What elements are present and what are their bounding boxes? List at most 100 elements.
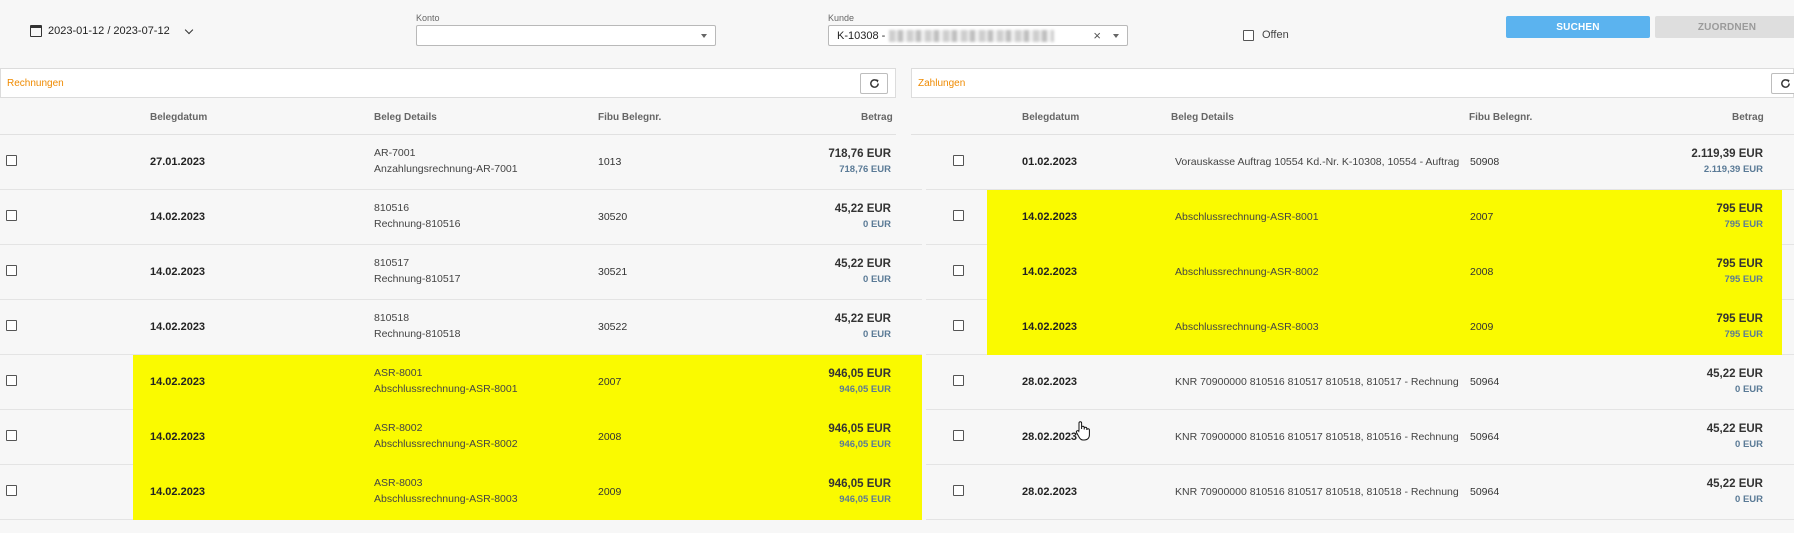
fibu-belegnr-cell: 30520 [598,211,628,223]
table-row[interactable]: 14.02.2023 Abschlussrechnung-ASR-8001 2007… [926,190,1794,245]
rechnungen-refresh-button[interactable] [860,73,888,94]
beleg-number-cell: 810518 [374,312,410,324]
table-row[interactable]: 27.01.2023 AR-7001 Anzahlungsrechnung-AR-7… [0,135,922,190]
open-amount-cell: 0 EUR [1735,494,1763,505]
fibu-belegnr-cell: 2009 [598,486,622,498]
row-checkbox[interactable] [953,265,964,276]
table-row[interactable]: 28.02.2023 KNR 70900000 810516 810517 810… [926,410,1794,465]
betrag-cell: 795 EUR [1716,203,1763,215]
row-highlight [133,355,922,410]
rechnungen-column-header: Belegdatum Beleg Details Fibu Belegnr. B… [0,100,896,135]
betrag-cell: 946,05 EUR [828,423,891,435]
row-checkbox[interactable] [6,320,17,331]
beleg-detail-cell: Abschlussrechnung-ASR-8002 [1175,266,1319,278]
clear-icon[interactable]: × [1093,28,1101,43]
table-row[interactable]: 14.02.2023 ASR-8001 Abschlussrechnung-ASR-… [0,355,922,410]
belegdatum-cell: 14.02.2023 [150,376,206,388]
row-checkbox[interactable] [6,430,17,441]
beleg-number-cell: ASR-8002 [374,422,423,434]
open-amount-cell: 795 EUR [1724,329,1763,340]
table-row[interactable]: 14.02.2023 810516 Rechnung-810516 30520 45,2… [0,190,922,245]
fibu-belegnr-cell: 30522 [598,321,628,333]
col-betrag[interactable]: Betrag [1732,112,1764,123]
redacted-customer-name [889,29,1055,42]
beleg-detail-cell: KNR 70900000 810516 810517 810518, 81051… [1175,431,1459,443]
table-row[interactable]: 01.02.2023 Vorauskasse Auftrag 10554 Kd.-… [926,135,1794,190]
betrag-cell: 2.119,39 EUR [1691,148,1763,160]
offen-label: Offen [1262,29,1289,41]
col-beleg-details[interactable]: Beleg Details [1171,112,1234,123]
fibu-belegnr-cell: 50964 [1470,486,1500,498]
open-amount-cell: 946,05 EUR [839,494,891,505]
kunde-select[interactable]: K-10308 - × [828,25,1128,46]
zahlungen-refresh-button[interactable] [1771,73,1794,94]
betrag-cell: 795 EUR [1716,313,1763,325]
table-row[interactable]: 28.02.2023 KNR 70900000 810516 810517 810… [926,355,1794,410]
search-button[interactable]: SUCHEN [1506,16,1650,38]
open-amount-cell: 2.119,39 EUR [1703,164,1763,175]
assign-button[interactable]: ZUORDNEN [1655,16,1794,38]
row-highlight [133,465,922,520]
row-checkbox[interactable] [6,265,17,276]
col-belegdatum[interactable]: Belegdatum [1022,112,1079,123]
belegdatum-cell: 27.01.2023 [150,156,206,168]
open-amount-cell: 0 EUR [863,219,891,230]
row-checkbox[interactable] [953,320,964,331]
kunde-label: Kunde [828,13,855,23]
offen-filter[interactable]: Offen [1243,29,1289,41]
table-row[interactable]: 14.02.2023 810518 Rechnung-810518 30522 45,2… [0,300,922,355]
col-fibu-belegnr[interactable]: Fibu Belegnr. [1469,112,1532,123]
row-highlight [987,190,1782,245]
belegdatum-cell: 28.02.2023 [1022,486,1078,498]
beleg-number-cell: AR-7001 [374,147,416,159]
open-amount-cell: 0 EUR [863,274,891,285]
row-checkbox[interactable] [953,430,964,441]
fibu-belegnr-cell: 30521 [598,266,628,278]
row-checkbox[interactable] [953,210,964,221]
row-checkbox[interactable] [6,485,17,496]
open-amount-cell: 795 EUR [1724,274,1763,285]
col-belegdatum[interactable]: Belegdatum [150,112,207,123]
row-checkbox[interactable] [953,375,964,386]
row-checkbox[interactable] [953,485,964,496]
row-checkbox[interactable] [6,155,17,166]
beleg-detail-cell: Rechnung-810517 [374,273,461,285]
chevron-down-icon[interactable] [184,25,193,34]
open-amount-cell: 946,05 EUR [839,439,891,450]
belegdatum-cell: 14.02.2023 [1022,266,1078,278]
col-beleg-details[interactable]: Beleg Details [374,112,437,123]
table-row[interactable]: 14.02.2023 Abschlussrechnung-ASR-8003 2009… [926,300,1794,355]
betrag-cell: 45,22 EUR [834,258,891,270]
date-range-picker[interactable]: 2023-01-12 / 2023-07-12 [30,22,193,40]
table-row[interactable]: 14.02.2023 810517 Rechnung-810517 30521 45,2… [0,245,922,300]
beleg-number-cell: ASR-8001 [374,367,423,379]
beleg-number-cell: ASR-8003 [374,477,423,489]
dropdown-arrow-icon[interactable] [701,33,707,38]
offen-checkbox[interactable] [1243,29,1254,41]
open-amount-cell: 718,76 EUR [839,164,891,175]
col-betrag[interactable]: Betrag [861,112,893,123]
betrag-cell: 45,22 EUR [834,313,891,325]
belegdatum-cell: 14.02.2023 [1022,211,1078,223]
betrag-cell: 45,22 EUR [1706,478,1763,490]
zahlungen-header: Zahlungen [911,68,1794,98]
dropdown-arrow-icon[interactable] [1113,33,1119,38]
open-amount-cell: 795 EUR [1724,219,1763,230]
beleg-number-cell: 810517 [374,257,410,269]
fibu-belegnr-cell: 2009 [1470,321,1494,333]
fibu-belegnr-cell: 50964 [1470,376,1500,388]
table-row[interactable]: 14.02.2023 ASR-8003 Abschlussrechnung-ASR-… [0,465,922,520]
table-row[interactable]: 28.02.2023 KNR 70900000 810516 810517 810… [926,465,1794,520]
row-checkbox[interactable] [6,375,17,386]
table-row[interactable]: 14.02.2023 ASR-8002 Abschlussrechnung-ASR-… [0,410,922,465]
open-amount-cell: 0 EUR [1735,384,1763,395]
konto-select[interactable] [416,25,716,46]
beleg-number-cell: 810516 [374,202,410,214]
row-checkbox[interactable] [953,155,964,166]
beleg-detail-cell: Rechnung-810518 [374,328,461,340]
beleg-detail-cell: Abschlussrechnung-ASR-8001 [374,383,518,395]
col-fibu-belegnr[interactable]: Fibu Belegnr. [598,112,661,123]
beleg-detail-cell: Abschlussrechnung-ASR-8002 [374,438,518,450]
table-row[interactable]: 14.02.2023 Abschlussrechnung-ASR-8002 2008… [926,245,1794,300]
row-checkbox[interactable] [6,210,17,221]
